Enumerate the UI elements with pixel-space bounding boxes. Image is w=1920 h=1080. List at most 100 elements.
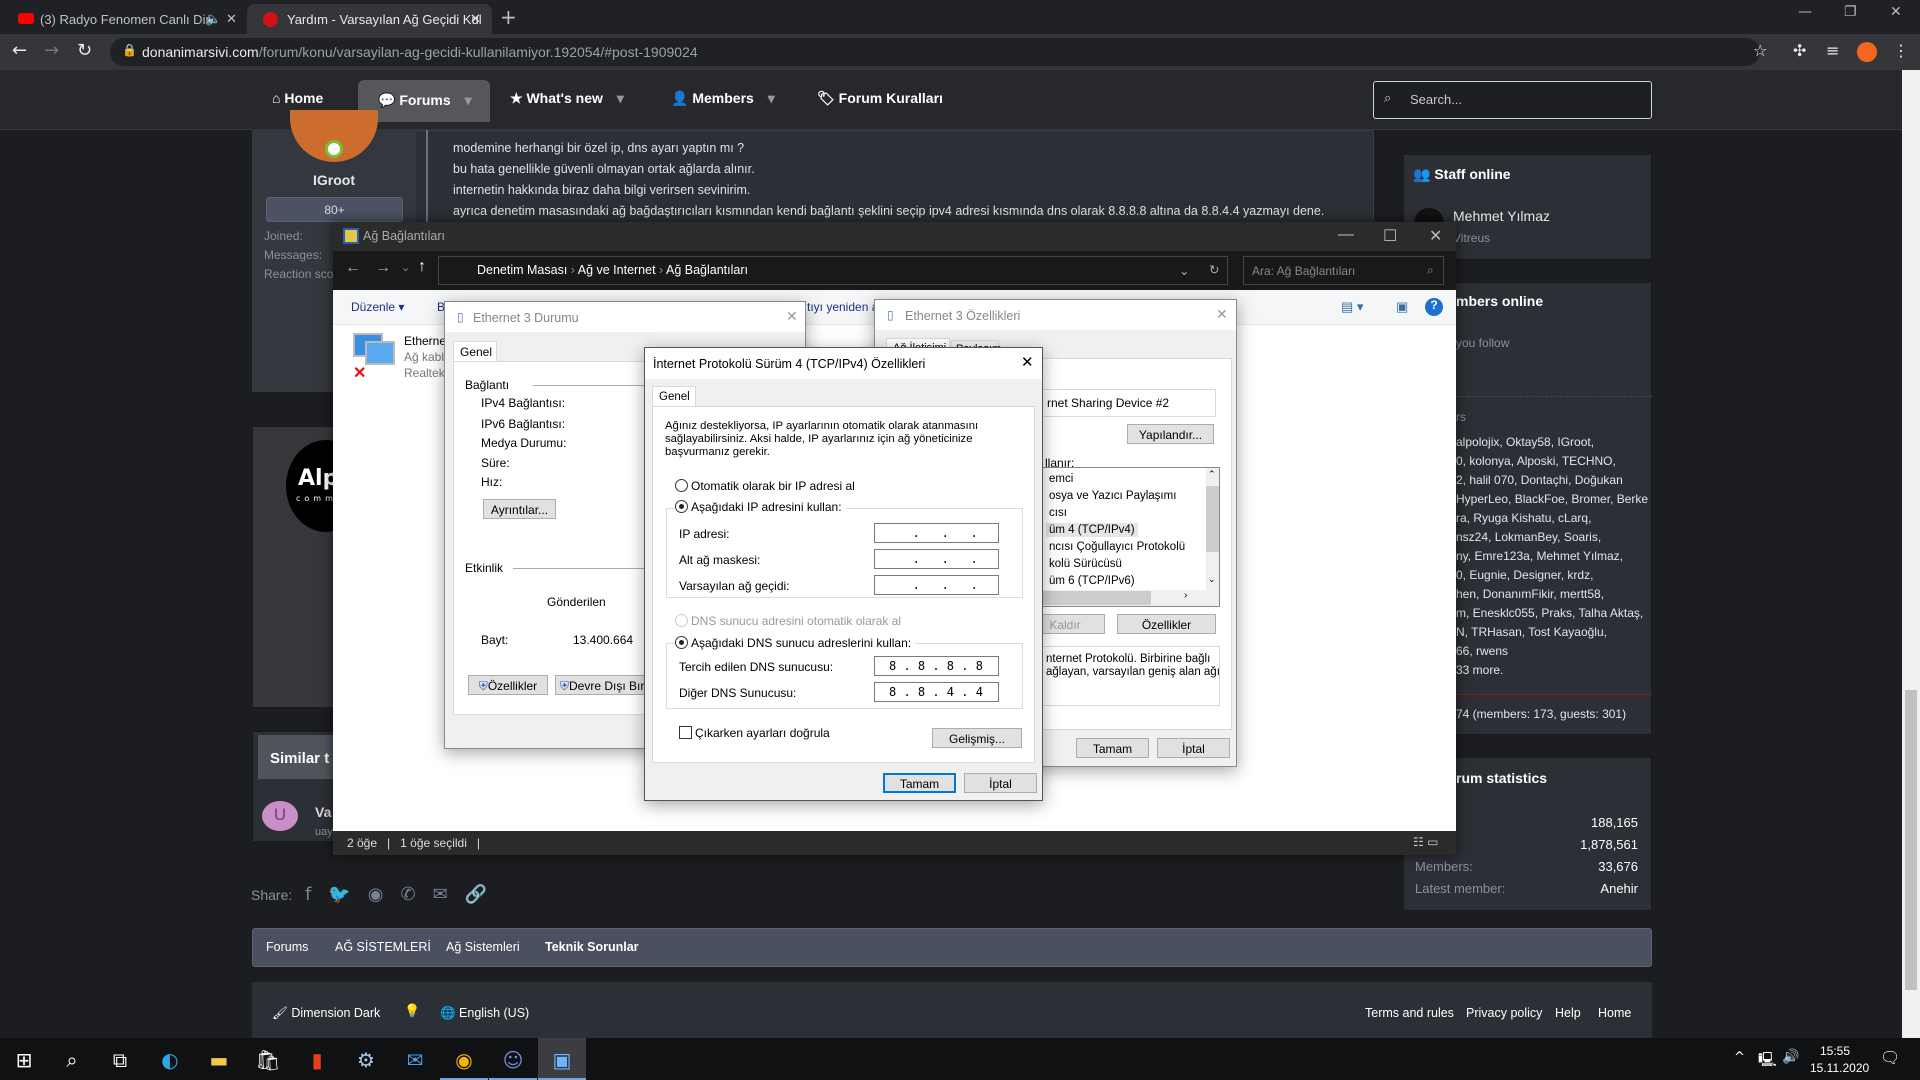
cancel-button[interactable]: İptal	[1157, 738, 1230, 758]
close-icon[interactable]: ✕	[226, 11, 237, 27]
online-member-line[interactable]: 0, Eugnie, Designer, krdz,	[1456, 568, 1593, 582]
breadcrumb-item[interactable]: Forums	[266, 940, 308, 954]
auto-dns-radio[interactable]: DNS sunucu adresini otomatik olarak al	[675, 614, 901, 628]
preferred-dns-field[interactable]: 8 . 8 . 8 . 8	[874, 656, 999, 676]
help-icon[interactable]: ?	[1425, 298, 1443, 316]
close-window-button[interactable]: ✕	[1890, 4, 1902, 20]
address-bar[interactable]: 🔒 donanimarsivi.com/forum/konu/varsayilan…	[110, 38, 1760, 66]
control-panel-icon[interactable]: ▣	[538, 1038, 586, 1080]
view-options-icon[interactable]: ▤ ▾	[1341, 299, 1363, 315]
up-button[interactable]: ↑	[418, 258, 426, 276]
task-view-icon[interactable]: ⧉	[96, 1038, 144, 1080]
cancel-button[interactable]: İptal	[964, 773, 1037, 793]
preview-pane-icon[interactable]: ▣	[1396, 299, 1408, 315]
staff-name[interactable]: Mehmet Yılmaz	[1453, 208, 1550, 224]
online-member-line[interactable]: hen, DonanımFikir, mertt58,	[1456, 587, 1604, 601]
reload-button[interactable]: ↻	[77, 40, 92, 61]
extensions-icon[interactable]: ✣	[1793, 41, 1806, 60]
page-scrollbar[interactable]	[1902, 70, 1920, 1038]
twitter-icon[interactable]: 🐦	[328, 884, 367, 905]
new-tab-button[interactable]: +	[500, 5, 517, 29]
media-control-icon[interactable]: ≡	[1826, 41, 1839, 60]
component-item[interactable]: üm 6 (TCP/IPv6)	[1046, 574, 1138, 588]
manual-dns-radio[interactable]: Aşağıdaki DNS sunucu adreslerini kullan:	[675, 636, 916, 650]
back-button[interactable]: ←	[345, 259, 361, 277]
notification-icon[interactable]: 🗨	[1880, 1048, 1900, 1067]
minimize-button[interactable]: —	[1338, 226, 1354, 244]
style-chooser[interactable]: 🖌 Dimension Dark	[272, 1006, 380, 1021]
properties-button[interactable]: ⛨Özellikler	[468, 675, 548, 695]
path-segment[interactable]: Denetim Masası	[477, 263, 567, 277]
nav-members[interactable]: 👤 Members ▾	[671, 70, 775, 122]
subnet-mask-field[interactable]: . . .	[874, 549, 999, 569]
online-member-line[interactable]: N, TRHasan, Tost Kayaoğlu,	[1456, 625, 1607, 639]
steam-icon[interactable]: ⚙	[342, 1038, 390, 1080]
footer-link-home[interactable]: Home	[1598, 1006, 1631, 1020]
path-segment[interactable]: Ağ Bağlantıları	[666, 263, 748, 277]
link-icon[interactable]: 🔗	[465, 884, 504, 905]
network-icon[interactable]: 🖳	[1758, 1049, 1777, 1073]
details-view-icon[interactable]: ☷ ▭	[1413, 835, 1438, 849]
file-explorer-icon[interactable]: ▬	[195, 1038, 243, 1080]
online-member-line[interactable]: ra, Ryuga Kishatu, cLarq,	[1456, 511, 1591, 525]
toolbar-item[interactable]: tıyı yeniden a	[807, 300, 878, 314]
tab-general[interactable]: Genel	[652, 386, 696, 407]
explorer-search[interactable]: Ara: Ağ Bağlantıları ⌕	[1243, 256, 1444, 285]
lightbulb-icon[interactable]: 💡	[404, 1004, 420, 1019]
path-segment[interactable]: Ağ ve Internet	[578, 263, 656, 277]
search-input[interactable]: ⌕ Search...	[1373, 81, 1652, 119]
breadcrumb-item[interactable]: Teknik Sorunlar	[545, 940, 639, 954]
configure-button[interactable]: Yapılandır...	[1127, 424, 1214, 444]
nav-whats-new[interactable]: ★ What's new ▾	[510, 70, 624, 122]
username[interactable]: IGroot	[252, 172, 416, 188]
online-member-line[interactable]: HyperLeo, BlackFoe, Bromer, Berke	[1456, 492, 1648, 506]
email-icon[interactable]: ✉	[433, 884, 465, 905]
online-member-line[interactable]: 66, rwens	[1456, 644, 1508, 658]
organize-menu[interactable]: Düzenle ▾	[351, 300, 404, 314]
properties-button[interactable]: Özellikler	[1117, 614, 1216, 634]
reddit-icon[interactable]: ◉	[368, 884, 401, 905]
online-member-line[interactable]: nsz24, LokmanBey, Soaris,	[1456, 530, 1601, 544]
tab-general[interactable]: Genel	[453, 341, 497, 362]
adapter-name[interactable]: Etherne	[404, 334, 446, 348]
discord-icon[interactable]: ☺	[489, 1038, 537, 1080]
advanced-button[interactable]: Gelişmiş...	[932, 728, 1022, 748]
chevron-down-icon[interactable]: ▾	[617, 90, 624, 106]
online-member-line[interactable]: m, Enesklc055, Praks, Talha Aktaş,	[1456, 606, 1643, 620]
similar-thread-link[interactable]: Va	[315, 804, 331, 820]
component-item[interactable]: cısı	[1046, 506, 1070, 520]
close-button[interactable]: ✕	[786, 308, 798, 325]
speaker-icon[interactable]: 🔈	[205, 11, 221, 27]
details-button[interactable]: Ayrıntılar...	[483, 499, 556, 519]
office-icon[interactable]: ▮	[293, 1038, 341, 1080]
browser-tab-active[interactable]: Yardım - Varsayılan Ağ Geçidi Kul ✕	[247, 4, 492, 34]
facebook-icon[interactable]: f	[305, 884, 328, 905]
avatar[interactable]: U	[262, 801, 298, 831]
vertical-scrollbar[interactable]: ⌃ ⌄	[1206, 468, 1219, 590]
start-button[interactable]: ⊞	[0, 1038, 48, 1080]
close-icon[interactable]: ✕	[470, 11, 481, 27]
close-button[interactable]: ✕	[1216, 306, 1228, 323]
edge-icon[interactable]: ◐	[146, 1038, 194, 1080]
tray-overflow-icon[interactable]: ^	[1734, 1050, 1745, 1065]
online-member-line[interactable]: ny, Emre123a, Mehmet Yılmaz,	[1456, 549, 1623, 563]
breadcrumb-item[interactable]: AĞ SİSTEMLERİ	[335, 940, 431, 954]
address-bar[interactable]: Denetim Masası › Ağ ve Internet › Ağ Bağ…	[438, 256, 1228, 285]
clock[interactable]: 15:55 15.11.2020	[1810, 1043, 1869, 1077]
chevron-down-icon[interactable]: ▾	[465, 92, 472, 108]
forward-button[interactable]: →	[375, 259, 391, 277]
nav-forum-rules[interactable]: 🏷 Forum Kuralları	[817, 70, 943, 122]
ok-button[interactable]: Tamam	[883, 773, 956, 793]
footer-link-terms[interactable]: Terms and rules	[1365, 1006, 1454, 1020]
manual-ip-radio[interactable]: Aşağıdaki IP adresini kullan:	[675, 500, 846, 514]
language-chooser[interactable]: 🌐 English (US)	[440, 1006, 529, 1021]
chevron-down-icon[interactable]: ▾	[768, 90, 775, 106]
online-member-line[interactable]: 33 more.	[1456, 663, 1503, 677]
store-icon[interactable]: 🛍	[244, 1038, 292, 1080]
validate-checkbox[interactable]: Çıkarken ayarları doğrula	[679, 726, 830, 740]
alternate-dns-field[interactable]: 8 . 8 . 4 . 4	[874, 682, 999, 702]
ip-address-field[interactable]: . . .	[874, 523, 999, 543]
component-item[interactable]: kolü Sürücüsü	[1046, 557, 1125, 571]
back-button[interactable]: ←	[12, 40, 27, 61]
default-gateway-field[interactable]: . . .	[874, 575, 999, 595]
